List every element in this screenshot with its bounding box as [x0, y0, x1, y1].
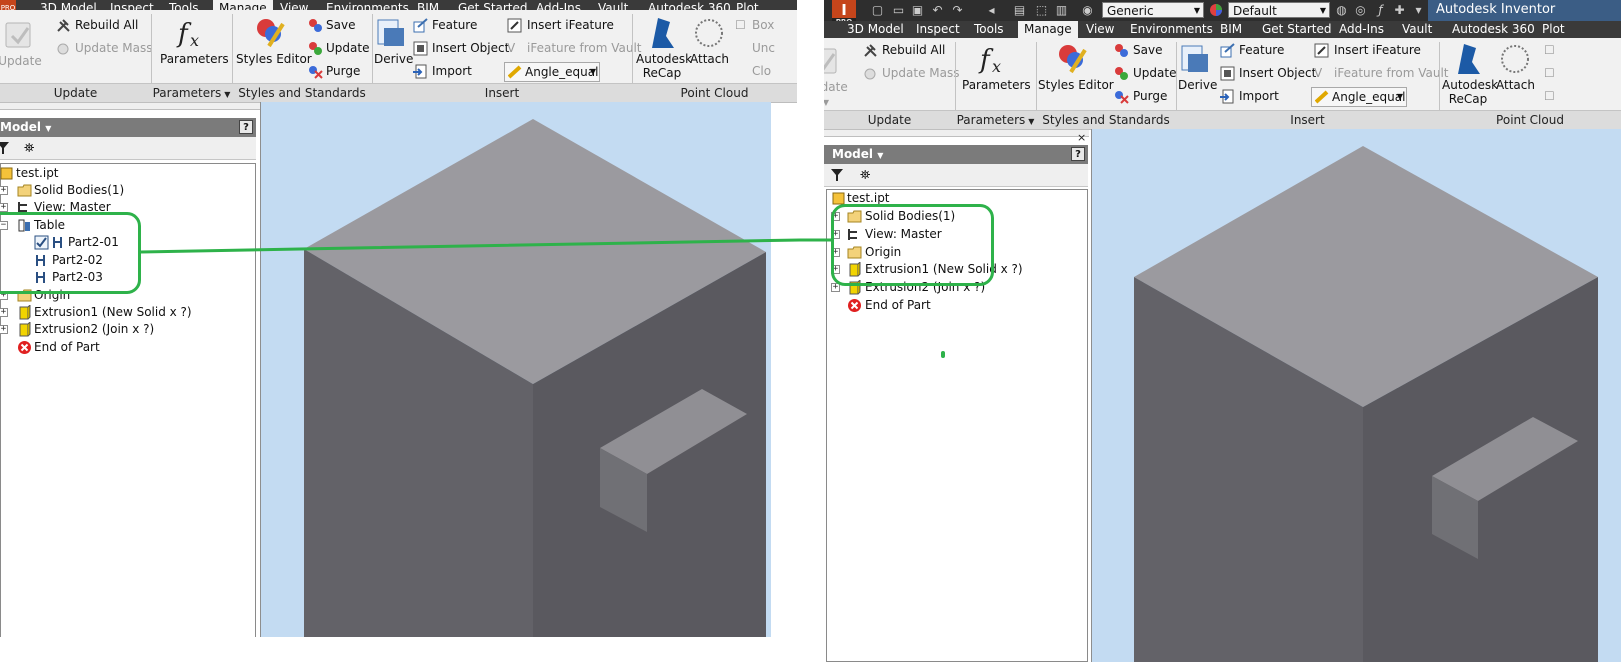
connector-overlay — [140, 238, 832, 254]
highlight-connector-line — [140, 238, 832, 254]
